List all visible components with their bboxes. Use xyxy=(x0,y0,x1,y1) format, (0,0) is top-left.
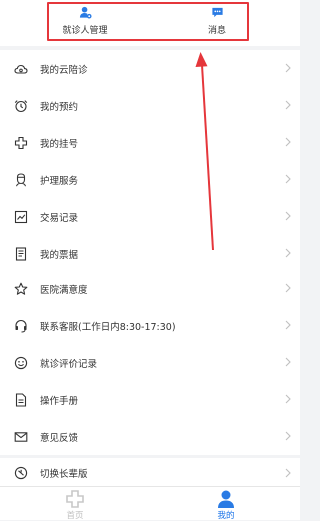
menu-group-settings: 切换长辈版 xyxy=(0,458,300,488)
medical-cross-icon xyxy=(66,490,84,508)
menu-item-elder-mode[interactable]: 切换长辈版 xyxy=(0,458,300,488)
chevron-right-icon xyxy=(285,100,291,110)
menu-item-appointments[interactable]: 我的预约 xyxy=(0,87,300,124)
chevron-right-icon xyxy=(285,211,291,221)
menu-item-transactions[interactable]: 交易记录 xyxy=(0,198,300,235)
nurse-icon xyxy=(16,172,26,186)
menu-item-label: 我的挂号 xyxy=(40,138,79,150)
menu-item-label: 切换长辈版 xyxy=(40,469,88,480)
user-icon xyxy=(218,490,234,508)
headset-icon xyxy=(15,319,27,332)
chevron-right-icon xyxy=(285,248,291,258)
menu-item-label: 我的云陪诊 xyxy=(40,64,88,76)
mail-icon xyxy=(14,431,28,442)
chevron-right-icon xyxy=(285,63,291,73)
chevron-right-icon xyxy=(285,283,291,293)
menu-item-label: 意见反馈 xyxy=(40,432,79,444)
menu-item-label: 联系客服(工作日内8:30-17:30) xyxy=(40,321,176,333)
chevron-right-icon xyxy=(285,468,291,478)
menu-item-label: 就诊评价记录 xyxy=(40,358,98,370)
patient-management-label: 就诊人管理 xyxy=(62,26,108,36)
medical-cross-icon xyxy=(14,136,28,149)
menu-item-feedback[interactable]: 意见反馈 xyxy=(0,418,300,455)
alarm-clock-icon xyxy=(14,99,28,112)
star-icon xyxy=(14,282,28,295)
switch-icon xyxy=(14,466,28,480)
menu-group-records: 我的云陪诊 我的预约 我的挂号 护理服务 交易记录 我的票据 xyxy=(0,50,300,272)
patient-user-icon xyxy=(79,6,92,19)
menu-item-label: 我的预约 xyxy=(40,101,79,113)
receipt-icon xyxy=(15,246,27,261)
message-icon xyxy=(211,7,223,18)
tab-mine[interactable]: 我的 xyxy=(186,489,266,521)
menu-item-satisfaction[interactable]: 医院满意度 xyxy=(0,270,300,307)
chart-icon xyxy=(14,210,28,223)
smile-icon xyxy=(14,356,28,369)
quick-links-card: 就诊人管理 消息 xyxy=(0,0,300,46)
menu-group-services: 医院满意度 联系客服(工作日内8:30-17:30) 就诊评价记录 操作手册 意… xyxy=(0,270,300,455)
patient-management-button[interactable]: 就诊人管理 xyxy=(40,6,130,36)
tab-home[interactable]: 首页 xyxy=(35,489,115,521)
menu-item-label: 护理服务 xyxy=(40,175,79,187)
chevron-right-icon xyxy=(285,320,291,330)
menu-item-nursing-service[interactable]: 护理服务 xyxy=(0,161,300,198)
chevron-right-icon xyxy=(285,394,291,404)
messages-label: 消息 xyxy=(207,26,226,36)
chevron-right-icon xyxy=(285,174,291,184)
messages-button[interactable]: 消息 xyxy=(172,6,262,36)
chevron-right-icon xyxy=(285,357,291,367)
menu-item-label: 医院满意度 xyxy=(40,284,88,296)
menu-item-cloud-escort[interactable]: 我的云陪诊 xyxy=(0,50,300,87)
menu-item-user-manual[interactable]: 操作手册 xyxy=(0,381,300,418)
bottom-tab-bar: 首页 我的 xyxy=(0,486,300,521)
menu-item-label: 交易记录 xyxy=(40,212,79,224)
chevron-right-icon xyxy=(285,137,291,147)
cloud-icon xyxy=(14,64,28,74)
menu-item-visit-reviews[interactable]: 就诊评价记录 xyxy=(0,344,300,381)
menu-item-customer-service[interactable]: 联系客服(工作日内8:30-17:30) xyxy=(0,307,300,344)
menu-item-receipts[interactable]: 我的票据 xyxy=(0,235,300,272)
menu-item-label: 我的票据 xyxy=(40,249,79,261)
document-icon xyxy=(15,392,27,407)
menu-item-label: 操作手册 xyxy=(40,395,79,407)
chevron-right-icon xyxy=(285,431,291,441)
menu-item-registrations[interactable]: 我的挂号 xyxy=(0,124,300,161)
